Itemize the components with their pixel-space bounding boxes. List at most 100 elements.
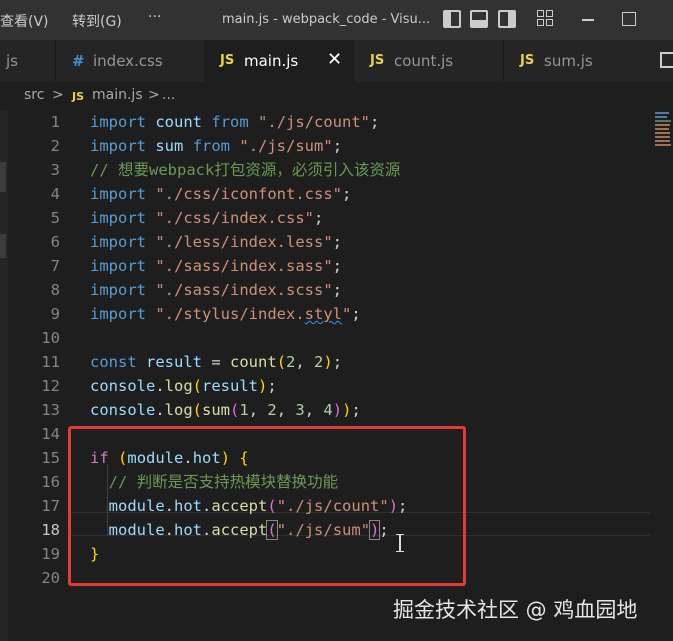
code-line[interactable]: 6 import "./less/index.less"; — [0, 230, 650, 254]
code-line[interactable]: 8 import "./sass/index.scss"; — [0, 278, 650, 302]
code-line[interactable]: 3 // 想要webpack打包资源，必须引入该资源 — [0, 158, 650, 182]
code-token: . — [155, 377, 165, 395]
code-token: styl — [304, 305, 342, 323]
customize-layout-icon[interactable] — [537, 10, 555, 28]
menu-goto[interactable]: 转到(G) — [72, 11, 122, 31]
tab-label: sum.js — [544, 52, 593, 70]
code-token: ; — [332, 137, 343, 155]
line-number: 12 — [41, 377, 60, 395]
code-token: import — [90, 257, 146, 275]
breadcrumb-symbol[interactable]: ... — [162, 87, 175, 103]
breadcrumb-folder[interactable]: src — [24, 87, 44, 103]
code-token: from — [211, 113, 249, 131]
tab-count-js[interactable]: JS count.js — [354, 40, 504, 82]
code-token: ; — [332, 281, 342, 299]
code-token: "./stylus/index. — [155, 305, 305, 323]
code-line[interactable]: 5 import "./css/index.css"; — [0, 206, 650, 230]
line-number: 19 — [41, 545, 60, 563]
code-line[interactable]: 1 import count from "./js/count"; — [0, 110, 650, 134]
tab-label: count.js — [394, 52, 454, 70]
tab-js[interactable]: js — [0, 40, 55, 82]
line-number: 20 — [41, 569, 60, 587]
code-token: " — [341, 305, 352, 323]
code-line[interactable]: 12 console.log(result); — [0, 374, 650, 398]
code-text: import "./sass/index.scss"; — [90, 278, 342, 302]
line-number: 17 — [41, 497, 60, 515]
tab-sum-js[interactable]: JS sum.js — [504, 40, 644, 82]
code-token: sum — [155, 137, 184, 155]
tab-index-css[interactable]: # index.css — [56, 40, 204, 82]
code-token: . — [155, 401, 165, 419]
code-line[interactable]: 10 — [0, 326, 650, 350]
code-token: import — [90, 281, 146, 299]
line-number: 14 — [41, 425, 60, 443]
code-token: 1 — [239, 401, 249, 419]
code-token: from — [192, 137, 231, 155]
code-token: ; — [351, 305, 361, 323]
code-token: import — [90, 113, 146, 131]
line-number: 13 — [41, 401, 60, 419]
tab-label: js — [6, 52, 18, 70]
code-line[interactable]: 9 import "./stylus/index.styl"; — [0, 302, 650, 326]
js-file-icon: JS — [520, 53, 535, 68]
code-token: count — [155, 113, 203, 131]
window-title: main.js - webpack_code - Visu... — [222, 12, 431, 27]
js-file-icon: JS — [370, 53, 385, 68]
code-token: ( — [276, 353, 287, 371]
code-line[interactable]: 2 import sum from "./js/sum"; — [0, 134, 650, 158]
css-file-icon: # — [72, 52, 85, 70]
code-token: "./css/index.css" — [155, 209, 314, 227]
code-line[interactable]: 13 console.log(sum(1, 2, 3, 4)); — [0, 398, 650, 422]
code-text: import "./css/iconfont.css"; — [90, 182, 351, 206]
code-token: "./sass/index.sass" — [155, 257, 333, 275]
code-token: , — [304, 401, 324, 419]
line-number: 6 — [50, 233, 60, 251]
code-token: count — [230, 353, 277, 371]
code-line[interactable]: 11 const result = count(2, 2); — [0, 350, 650, 374]
code-token: ; — [370, 113, 380, 131]
code-text: console.log(result); — [90, 374, 277, 398]
line-number: 11 — [41, 353, 60, 371]
line-number: 15 — [41, 449, 60, 467]
code-token: ; — [332, 257, 342, 275]
code-token: "./sass/index.scss" — [155, 281, 333, 299]
toggle-panel-icon[interactable] — [470, 10, 488, 28]
code-token: ( — [192, 401, 203, 419]
tab-main-js[interactable]: JS main.js ✕ — [204, 40, 354, 82]
code-line[interactable]: 4 import "./css/iconfont.css"; — [0, 182, 650, 206]
line-number: 2 — [50, 137, 60, 155]
minimap[interactable] — [652, 110, 673, 155]
menu-more[interactable]: ··· — [148, 9, 161, 25]
close-icon[interactable]: ✕ — [327, 49, 342, 70]
breadcrumb-file[interactable]: main.js — [92, 87, 143, 103]
code-token: ) — [323, 353, 333, 371]
code-text: import "./sass/index.sass"; — [90, 254, 342, 278]
toggle-secondary-sidebar-icon[interactable] — [498, 10, 516, 28]
code-token: ; — [267, 377, 277, 395]
code-text: const result = count(2, 2); — [90, 350, 342, 374]
code-line[interactable]: 7 import "./sass/index.sass"; — [0, 254, 650, 278]
toggle-primary-sidebar-icon[interactable] — [443, 10, 461, 28]
menu-view[interactable]: 查看(V) — [0, 11, 49, 31]
maximize-icon[interactable] — [622, 12, 636, 26]
code-token: 2 — [267, 401, 277, 419]
code-token: const — [90, 353, 137, 371]
code-text: console.log(sum(1, 2, 3, 4)); — [90, 398, 361, 422]
tab-label: index.css — [93, 52, 163, 70]
code-token: "./js/sum" — [239, 137, 333, 155]
minimize-icon[interactable] — [582, 19, 594, 21]
split-editor-icon[interactable] — [660, 52, 673, 68]
code-text: import count from "./js/count"; — [90, 110, 379, 134]
title-bar: 查看(V) 转到(G) ··· main.js - webpack_code -… — [0, 0, 673, 40]
highlight-annotation-box — [68, 426, 466, 586]
